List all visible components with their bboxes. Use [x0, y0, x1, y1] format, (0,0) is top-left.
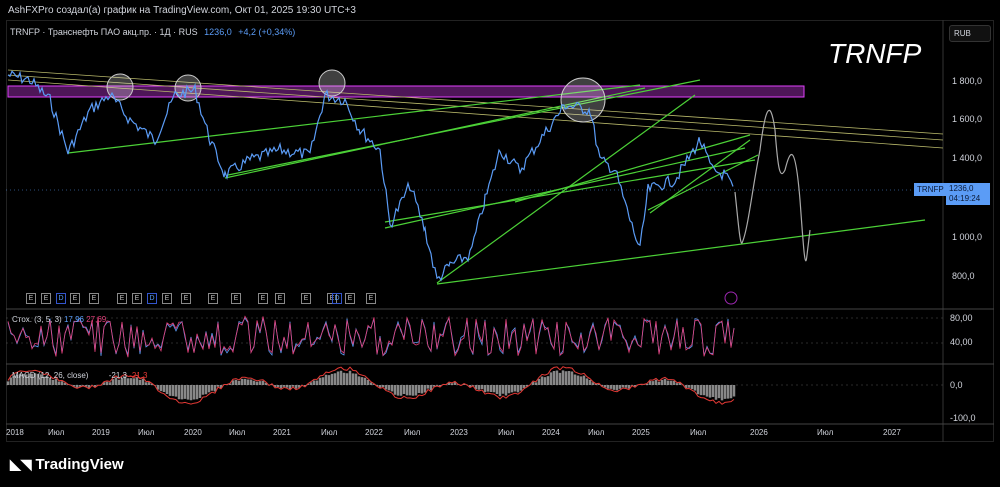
time-axis-label: 2018 — [6, 428, 24, 437]
event-marker[interactable]: E — [181, 293, 191, 304]
event-marker[interactable]: E — [41, 293, 51, 304]
event-marker[interactable]: E — [301, 293, 311, 304]
event-marker[interactable]: D — [56, 293, 66, 304]
time-axis-label: Июл — [588, 428, 605, 437]
stoch-axis-80: 80,00 — [950, 313, 973, 323]
time-axis-label: Июл — [690, 428, 707, 437]
symbol-watermark: TRNFP — [828, 38, 922, 69]
price-line — [7, 70, 734, 282]
event-marker[interactable]: E — [345, 293, 355, 304]
event-marker[interactable]: E — [231, 293, 241, 304]
symbol-legend: TRNFP · Транснефть ПАО акц.пр. · 1Д · RU… — [10, 27, 295, 37]
macd-value: -21,3 — [108, 371, 127, 380]
event-marker[interactable]: E — [26, 293, 36, 304]
price-axis-label: 1 000,0 — [952, 232, 983, 242]
time-axis-label: 2024 — [542, 428, 560, 437]
stoch-d-line — [7, 315, 735, 358]
last-price: 1236,0 — [204, 27, 232, 37]
price-tag-value: 1236,0 — [949, 184, 974, 193]
time-axis-label: 2023 — [450, 428, 468, 437]
highlight-circle — [560, 77, 606, 123]
macd-signal-value: -21,3 — [129, 371, 148, 380]
time-axis-label: Июл — [817, 428, 834, 437]
event-marker[interactable]: D — [332, 293, 342, 304]
event-marker[interactable]: E — [366, 293, 376, 304]
stoch-k-value: 17,96 — [63, 315, 84, 324]
support-trendline — [384, 159, 756, 223]
event-marker[interactable]: E — [70, 293, 80, 304]
event-marker[interactable]: E — [117, 293, 127, 304]
time-axis-label: 2022 — [365, 428, 383, 437]
time-axis-label: Июл — [48, 428, 65, 437]
price-tag-countdown: 04:19:24 — [949, 194, 981, 203]
stoch-d-value: 27,69 — [86, 315, 107, 324]
time-axis-label: 2019 — [92, 428, 110, 437]
stoch-axis-40: 40,00 — [950, 337, 973, 347]
price-tag: 1236,0 04:19:24 — [946, 183, 990, 205]
currency-button[interactable]: RUB — [949, 25, 991, 42]
time-axis-label: 2025 — [632, 428, 650, 437]
projection-path — [734, 109, 811, 262]
support-trendline — [649, 139, 751, 214]
time-axis-label: Июл — [321, 428, 338, 437]
lightning-icon — [724, 291, 738, 305]
descending-trendline — [7, 74, 944, 141]
event-marker[interactable]: E — [275, 293, 285, 304]
event-marker[interactable]: E — [162, 293, 172, 304]
highlight-circle — [318, 69, 346, 97]
macd-label: MACD (12, 26, close) — [12, 371, 89, 380]
time-axis-label: 2026 — [750, 428, 768, 437]
event-marker[interactable]: D — [147, 293, 157, 304]
price-tag-symbol: TRNFP — [914, 183, 947, 196]
event-marker[interactable]: E — [258, 293, 268, 304]
chart-canvas[interactable] — [0, 0, 1000, 487]
price-axis-label: 1 800,0 — [952, 76, 983, 86]
time-axis-label: Июл — [404, 428, 421, 437]
event-marker[interactable]: E — [208, 293, 218, 304]
price-axis-label: 1 600,0 — [952, 114, 983, 124]
symbol-title: TRNFP · Транснефть ПАО акц.пр. · 1Д · RU… — [10, 27, 198, 37]
event-marker[interactable]: E — [132, 293, 142, 304]
footer-brand: TradingView — [35, 456, 124, 473]
price-change: +4,2 (+0,34%) — [238, 27, 296, 37]
tradingview-logo[interactable]: ◣◥ TradingView — [10, 456, 124, 473]
time-axis-label: 2021 — [273, 428, 291, 437]
stoch-label: Стох. (3, 5, 3) — [12, 315, 62, 324]
macd-legend[interactable]: MACD (12, 26, close) -21,3 -21,3 — [12, 371, 147, 380]
macd-axis-0: 0,0 — [950, 380, 963, 390]
time-axis-label: Июл — [138, 428, 155, 437]
tradingview-logo-icon: ◣◥ — [10, 456, 32, 472]
time-axis-label: Июл — [498, 428, 515, 437]
time-axis-label: Июл — [229, 428, 246, 437]
time-axis-label: 2020 — [184, 428, 202, 437]
event-marker[interactable]: E — [89, 293, 99, 304]
macd-axis-neg100: -100,0 — [950, 413, 976, 423]
stoch-legend[interactable]: Стох. (3, 5, 3) 17,96 27,69 — [12, 315, 106, 324]
time-axis-label: 2027 — [883, 428, 901, 437]
price-axis-label: 1 400,0 — [952, 153, 983, 163]
price-axis-label: 800,0 — [952, 271, 975, 281]
